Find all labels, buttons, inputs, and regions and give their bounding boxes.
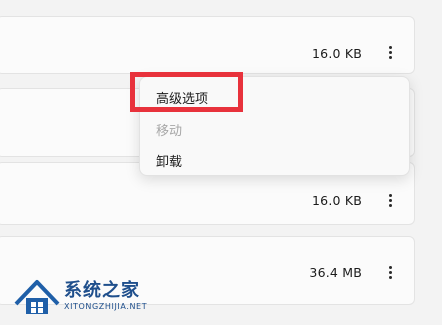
more-options-icon[interactable] (381, 42, 399, 62)
app-size: 16.0 KB (312, 193, 362, 208)
highlight-box (130, 72, 243, 112)
watermark-url: XITONGZHIJIA.NET (64, 302, 148, 311)
move-menu-item: 移动 (156, 124, 183, 139)
app-size: 36.4 MB (309, 265, 362, 280)
watermark-name: 系统之家 (64, 280, 140, 301)
more-options-icon[interactable] (381, 262, 399, 282)
app-row[interactable]: 36.4 MB (0, 236, 415, 305)
apps-settings-page: 16.0 KB 16.0 KB 36.4 MB 高级选项 移动 卸载 系统之家 … (0, 0, 442, 325)
app-size: 16.0 KB (312, 46, 362, 61)
more-options-icon[interactable] (381, 190, 399, 210)
uninstall-menu-item[interactable]: 卸载 (156, 151, 182, 170)
app-row[interactable]: 16.0 KB (0, 16, 415, 74)
watermark-logo-icon (14, 280, 60, 314)
